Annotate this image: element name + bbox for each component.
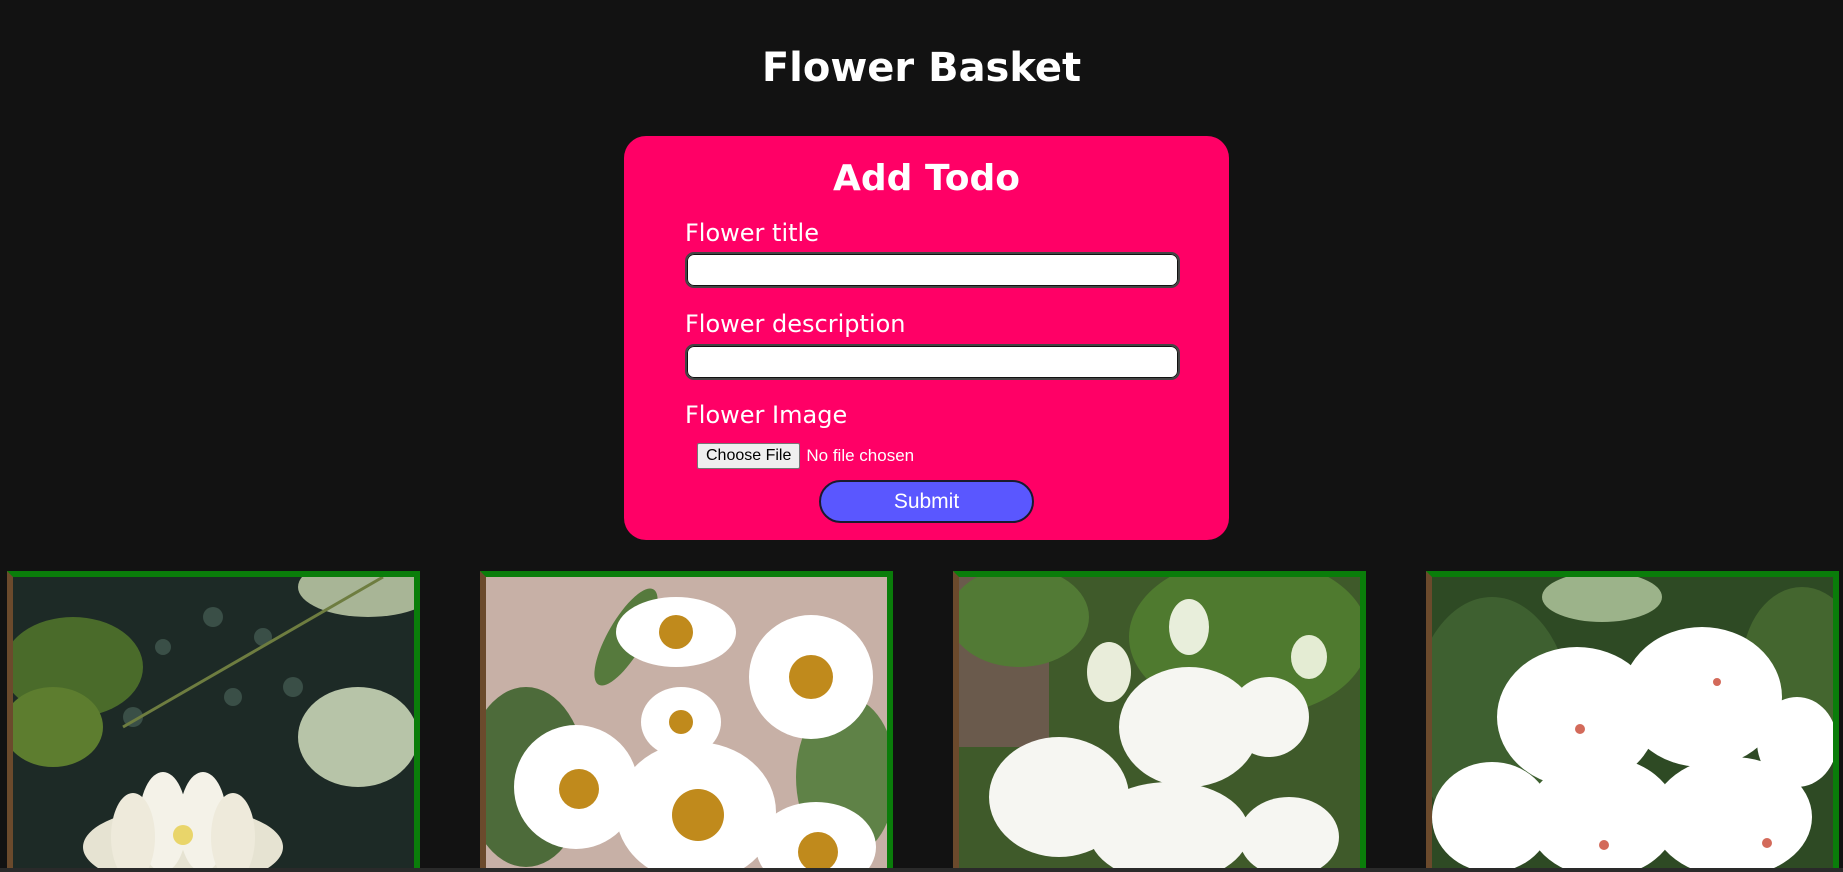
flower-card[interactable] [480, 571, 893, 872]
daisies-image [486, 577, 887, 872]
flower-description-label: Flower description [685, 310, 906, 338]
flower-title-input[interactable] [685, 252, 1180, 288]
file-input[interactable]: Choose File No file chosen [697, 442, 914, 470]
file-status-text: No file chosen [806, 446, 915, 465]
page-bottom-edge [0, 868, 1843, 872]
add-todo-form: Add Todo Flower title Flower description… [624, 136, 1229, 540]
choose-file-button[interactable]: Choose File [697, 443, 801, 469]
page-title: Flower Basket [761, 45, 1082, 91]
flower-image-label: Flower Image [685, 401, 848, 429]
flower-card[interactable] [1426, 571, 1839, 872]
jasmine-image [959, 577, 1360, 872]
flower-card[interactable] [7, 571, 420, 872]
flower-title-label: Flower title [685, 219, 819, 247]
flower-card[interactable] [953, 571, 1366, 872]
geranium-image [1432, 577, 1833, 872]
form-heading: Add Todo [833, 158, 1020, 199]
water-lily-image [13, 577, 414, 872]
flower-description-input[interactable] [685, 344, 1180, 380]
submit-button[interactable]: Submit [819, 480, 1034, 523]
